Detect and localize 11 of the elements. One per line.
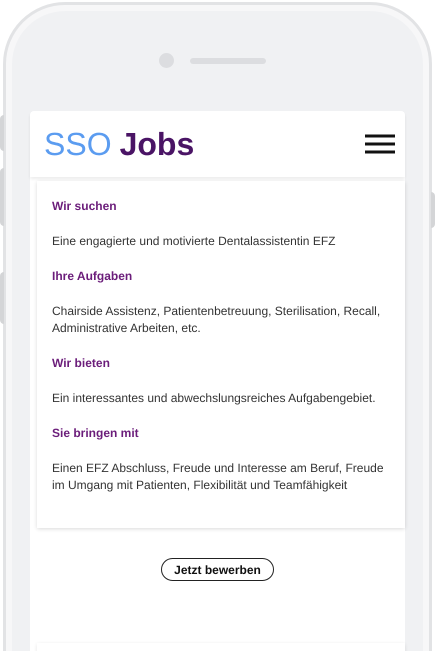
section-text: Ein interessantes und abwechslungsreiches Aufgabengebiet. bbox=[52, 390, 377, 407]
logo-text[interactable]: Jobs bbox=[120, 128, 194, 160]
section-text: Einen EFZ Abschluss, Freude und Interesse am Beruf, Freude im Umgang mit Patienten, Flexibilität und Teamfähigkeit bbox=[52, 460, 384, 494]
section-heading: Sie bringen mit bbox=[52, 425, 140, 442]
apply-button[interactable]: Jetzt bewerben bbox=[161, 558, 274, 581]
section-text: Chairside Assistenz, Patientenbetreuung, Sterilisation, Recall, Administrative Arbeiten, etc. bbox=[52, 303, 382, 337]
section-text: Eine engagierte und motivierte Dentalassistentin EFZ bbox=[52, 233, 336, 250]
section-heading: Wir suchen bbox=[52, 198, 118, 215]
section-heading: Ihre Aufgaben bbox=[52, 268, 134, 285]
menu-icon[interactable] bbox=[364, 134, 396, 154]
section-heading: Wir bieten bbox=[52, 355, 111, 372]
